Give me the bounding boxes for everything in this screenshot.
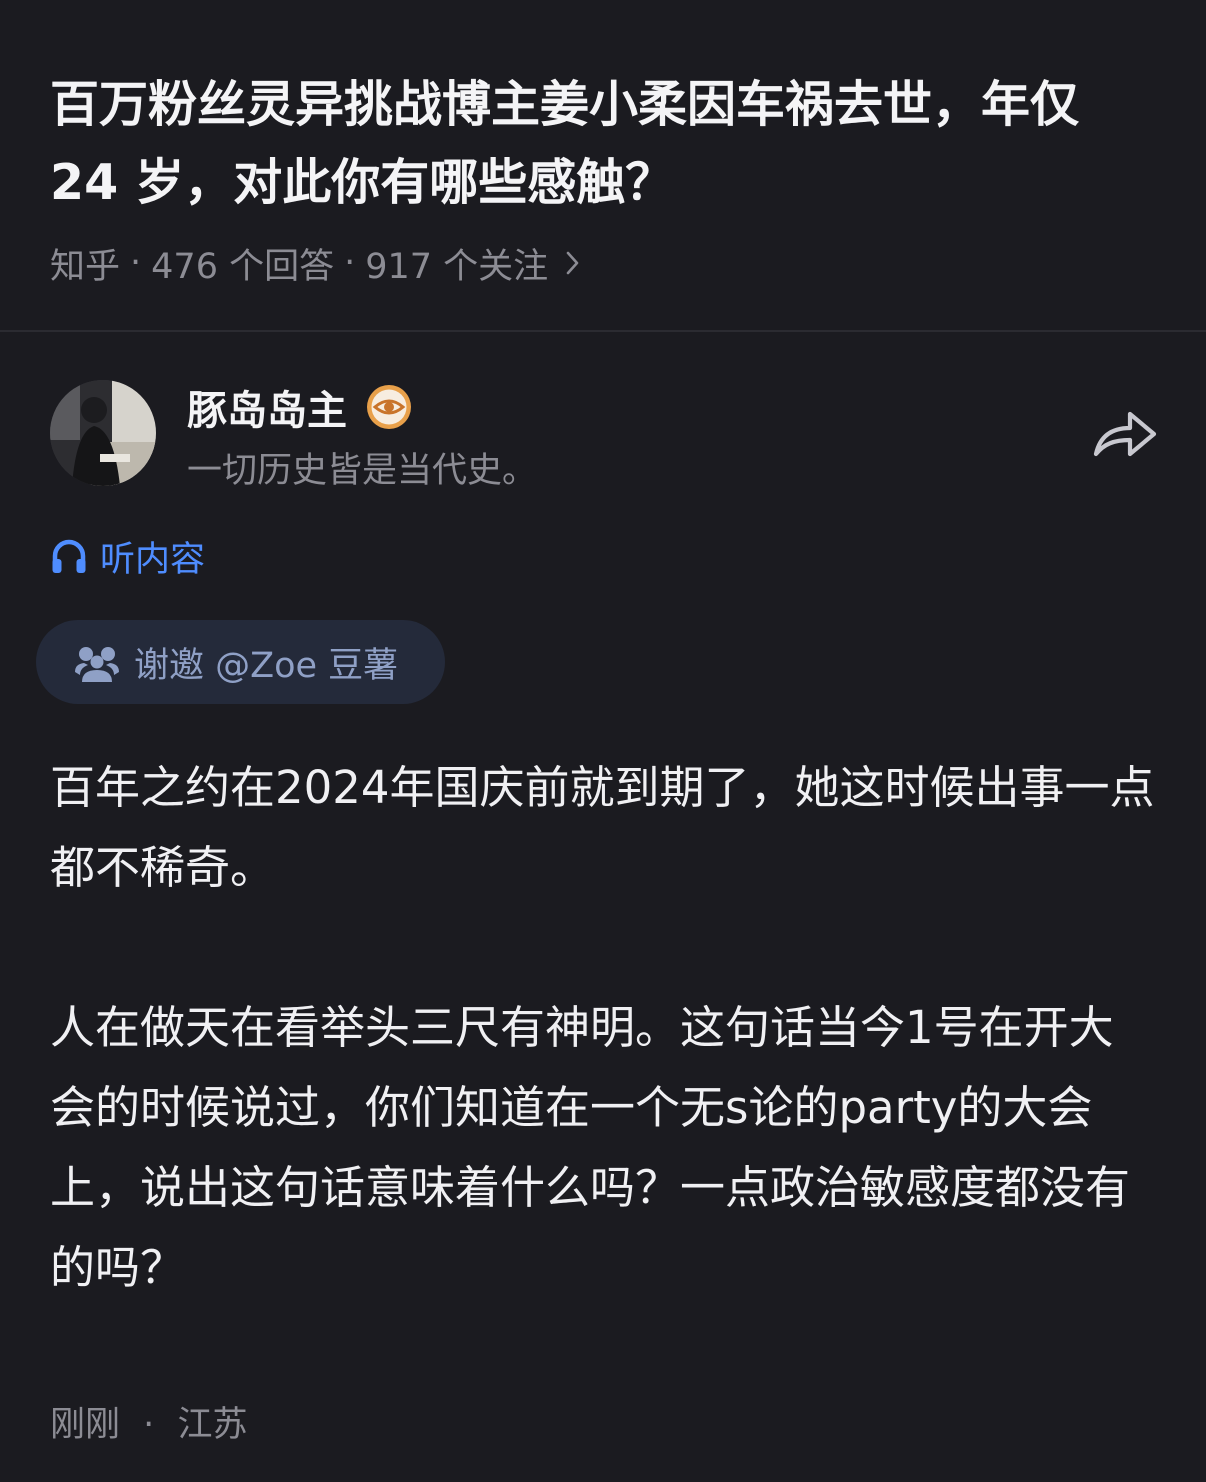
answer-paragraph: 百年之约在2024年国庆前就到期了，她这时候出事一点都不稀奇。 — [50, 761, 1155, 894]
chevron-right-icon[interactable] — [562, 248, 584, 278]
section-divider — [0, 330, 1206, 332]
footer-separator: · — [143, 1405, 155, 1445]
author-name-row: 豚岛岛主 — [187, 380, 413, 434]
answer-footer: 刚刚 · 江苏 — [50, 1396, 247, 1447]
meta-separator: · — [130, 243, 142, 283]
invite-chip[interactable]: 谢邀 @Zoe 豆薯 — [36, 620, 445, 704]
author-bio: 一切历史皆是当代史。 — [187, 451, 538, 491]
answer-time: 刚刚 — [50, 1405, 121, 1445]
followers-count: 917 个关注 — [365, 246, 549, 287]
listen-button[interactable]: 听内容 — [50, 532, 205, 580]
answer-location: 江苏 — [177, 1405, 248, 1445]
answers-count: 476 个回答 — [151, 246, 335, 287]
question-source: 知乎 — [50, 246, 121, 287]
answer-paragraph: 人在做天在看举头三尺有神明。这句话当今1号在开大会的时候说过，你们知道在一个无s… — [50, 1001, 1131, 1294]
author-name[interactable]: 豚岛岛主 — [187, 378, 347, 436]
eye-badge-icon[interactable] — [365, 383, 413, 431]
question-title[interactable]: 百万粉丝灵异挑战博主姜小柔因车祸去世，年仅 24 岁，对此你有哪些感触？ — [50, 66, 1160, 222]
people-icon — [75, 647, 119, 682]
question-header: 百万粉丝灵异挑战博主姜小柔因车祸去世，年仅 24 岁，对此你有哪些感触？ 知乎 … — [0, 0, 1206, 330]
headphone-icon — [52, 539, 86, 573]
answer-body: 百年之约在2024年国庆前就到期了，她这时候出事一点都不稀奇。 人在做天在看举头… — [50, 748, 1156, 1308]
listen-label: 听内容 — [100, 539, 206, 580]
share-icon — [1093, 411, 1157, 457]
invite-label: 谢邀 @Zoe 豆薯 — [134, 645, 399, 686]
avatar-image — [50, 380, 156, 486]
share-button[interactable] — [1090, 406, 1160, 462]
meta-separator: · — [344, 243, 356, 283]
author-row: 豚岛岛主 一切历史皆是当代史。 — [50, 380, 1160, 491]
question-meta[interactable]: 知乎 · 476 个回答 · 917 个关注 — [50, 238, 584, 288]
avatar[interactable] — [50, 380, 156, 486]
